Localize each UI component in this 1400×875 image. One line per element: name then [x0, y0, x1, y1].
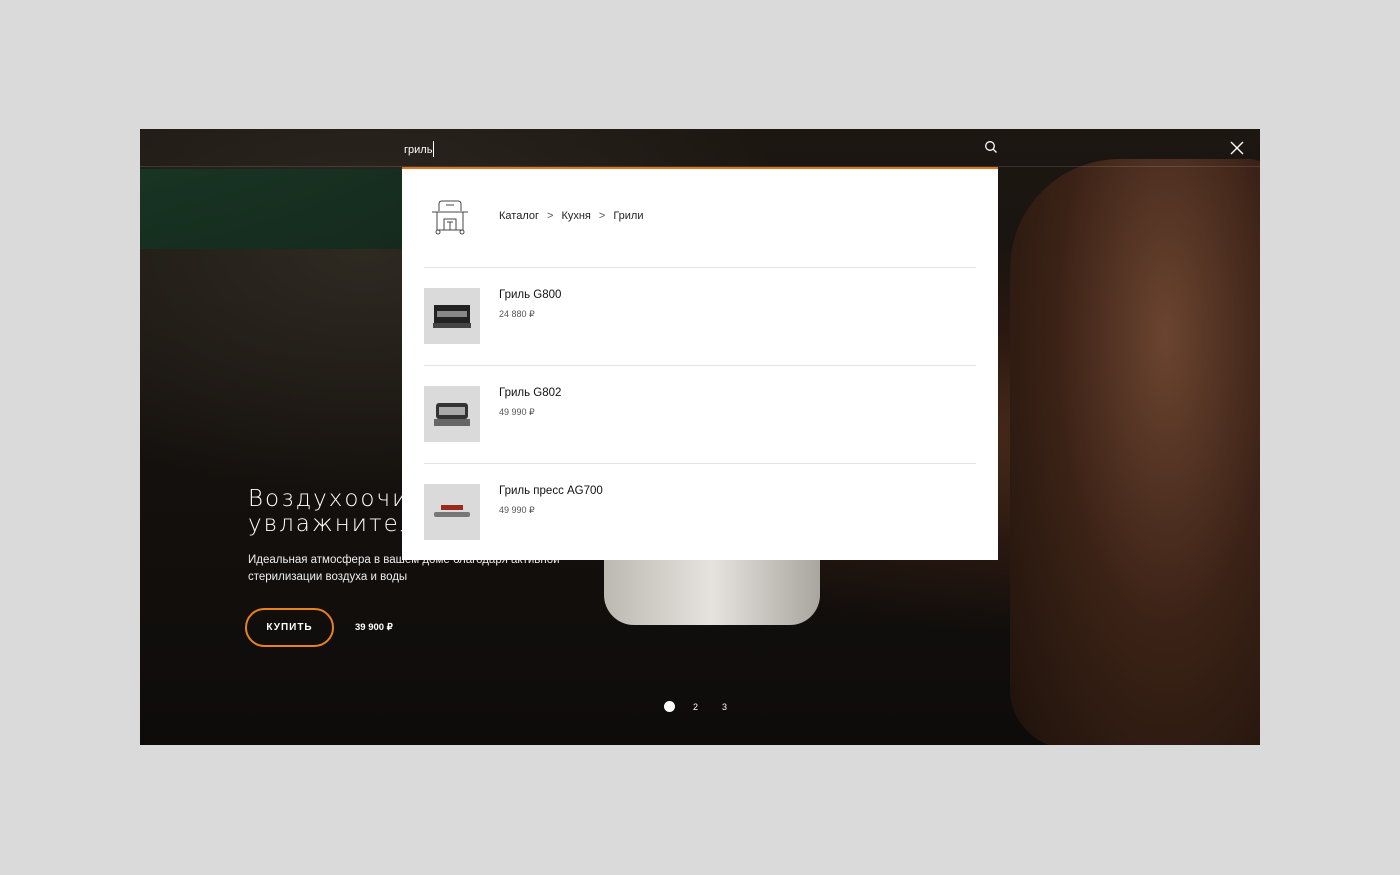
breadcrumb-grills[interactable]: Грили	[613, 210, 643, 222]
product-name: Гриль G802	[499, 387, 562, 399]
product-thumbnail	[424, 386, 480, 442]
search-icon[interactable]	[984, 140, 998, 154]
search-results-dropdown: Каталог > Кухня > Грили Гриль G800 24 88…	[402, 167, 998, 560]
grill-icon	[433, 305, 471, 328]
buy-button[interactable]: КУПИТЬ	[245, 608, 334, 647]
search-input[interactable]: гриль	[404, 141, 435, 157]
hero-price: 39 900 ₽	[355, 622, 393, 633]
product-name: Гриль пресс AG700	[499, 485, 603, 497]
slider-pagination: 2 3	[664, 701, 727, 712]
search-query: гриль	[404, 144, 433, 156]
product-name: Гриль G800	[499, 289, 562, 301]
product-result[interactable]: Гриль пресс AG700 49 990 ₽	[424, 463, 976, 561]
chevron-right-icon: >	[547, 210, 554, 222]
background-armchair	[1010, 159, 1260, 745]
page-3[interactable]: 3	[722, 702, 727, 712]
breadcrumb-kitchen[interactable]: Кухня	[561, 210, 590, 222]
product-result[interactable]: Гриль G800 24 880 ₽	[424, 267, 976, 365]
chevron-right-icon: >	[598, 210, 606, 222]
breadcrumb-catalog[interactable]: Каталог	[499, 210, 539, 222]
grill-category-icon	[432, 200, 468, 235]
product-price: 24 880 ₽	[499, 309, 535, 319]
hero-subtitle-line: стерилизации воздуха и воды	[248, 571, 408, 583]
text-caret	[433, 141, 435, 157]
product-price: 49 990 ₽	[499, 407, 535, 417]
search-bar: гриль	[140, 129, 1260, 167]
grill-press-icon	[434, 505, 470, 517]
product-price: 49 990 ₽	[499, 505, 535, 515]
hero-slider: Воздухоочиститель- увлажнитель Идеальная…	[140, 129, 1260, 745]
product-thumbnail	[424, 484, 480, 540]
product-thumbnail	[424, 288, 480, 344]
page-dot-active[interactable]	[664, 701, 675, 712]
close-icon[interactable]	[1230, 141, 1244, 155]
page-2[interactable]: 2	[693, 702, 698, 712]
grill-icon	[434, 403, 470, 426]
product-result[interactable]: Гриль G802 49 990 ₽	[424, 365, 976, 463]
background-desk	[140, 169, 410, 249]
breadcrumb: Каталог > Кухня > Грили	[499, 210, 644, 222]
